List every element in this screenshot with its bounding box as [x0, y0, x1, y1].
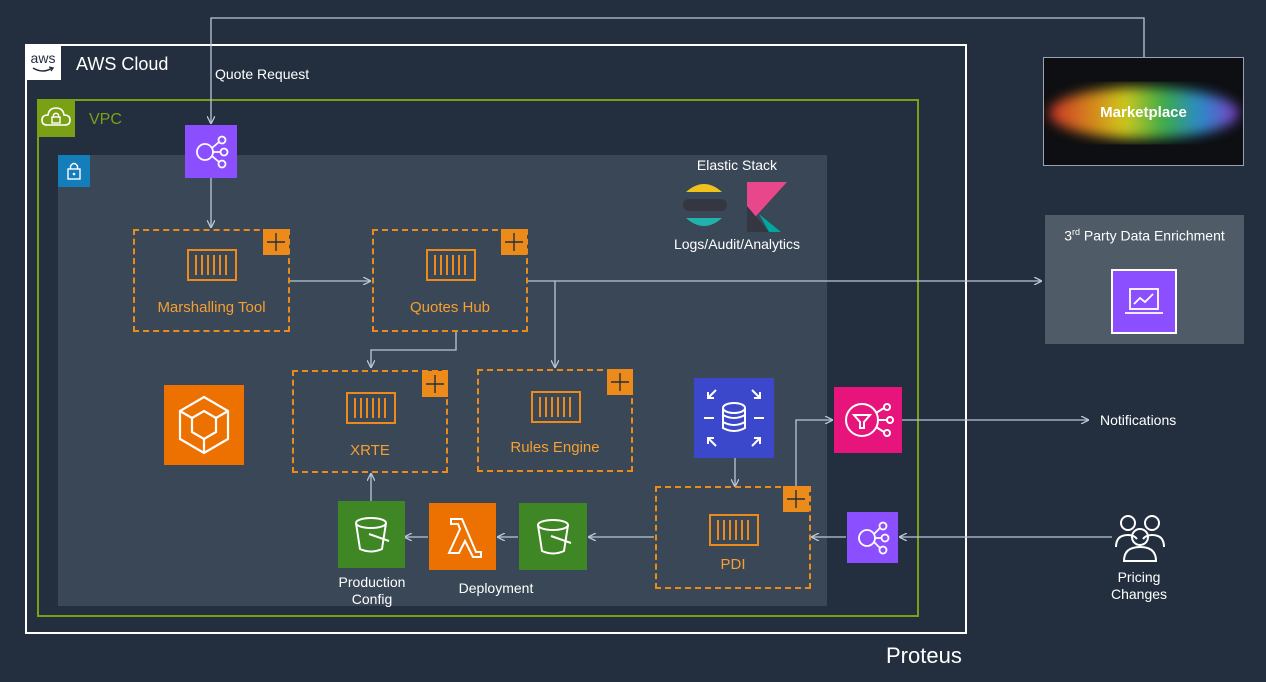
container-icon — [187, 249, 237, 281]
lambda-icon — [429, 503, 496, 570]
users-icon — [1115, 515, 1165, 562]
third-party-box: 3rd Party Data Enrichment — [1045, 215, 1244, 344]
elastic-stack-subtitle: Logs/Audit/Analytics — [673, 236, 801, 252]
container-icon — [531, 391, 581, 423]
analytics-icon — [1111, 269, 1177, 334]
quoteshub-to-xrte-line — [371, 332, 457, 367]
scale-badge-icon — [607, 369, 633, 395]
xrte-label: XRTE — [350, 442, 390, 459]
scale-badge-icon — [422, 371, 448, 397]
scale-badge-icon — [501, 229, 527, 255]
third-party-rest: Party Data Enrichment — [1080, 227, 1225, 244]
aws-smile-icon — [32, 66, 54, 72]
third-party-sup: rd — [1072, 227, 1081, 237]
sns-icon — [834, 387, 902, 453]
eventbridge-pricing-icon — [847, 512, 898, 563]
kibana-icon — [747, 182, 787, 232]
deployment-label: Deployment — [458, 580, 534, 596]
pdi-to-sns-line — [795, 420, 832, 487]
aws-logo-text: aws — [30, 50, 56, 66]
eventbridge-icon — [185, 125, 237, 178]
production-config-bucket-icon — [338, 501, 405, 568]
production-config-label-line2: Config — [351, 591, 393, 607]
rules-engine-label: Rules Engine — [510, 439, 600, 456]
marketplace-to-eventbridge-line — [211, 17, 1145, 123]
s3-bucket-icon — [519, 503, 587, 570]
marketplace-box: Marketplace — [1043, 57, 1244, 166]
scale-badge-icon — [783, 486, 809, 512]
notifications-label: Notifications — [1100, 412, 1177, 428]
pricing-changes-label-line2: Changes — [1110, 586, 1168, 602]
pdi-label: PDI — [720, 556, 746, 573]
aws-cloud-label: AWS Cloud — [76, 54, 169, 74]
project-name-label: Proteus — [886, 643, 962, 668]
container-icon — [709, 514, 759, 546]
container-icon — [346, 392, 396, 424]
third-party-prefix: 3 — [1064, 227, 1073, 244]
production-config-label-line1: Production — [338, 574, 406, 590]
aws-logo: aws — [25, 44, 61, 80]
elastic-stack-title: Elastic Stack — [696, 157, 778, 173]
container-icon — [426, 249, 476, 281]
ecs-icon — [164, 385, 244, 465]
vpc-label: VPC — [89, 111, 122, 128]
quotes-hub-label: Quotes Hub — [409, 299, 491, 316]
rds-icon — [694, 378, 774, 458]
pricing-changes-label-line1: Pricing — [1117, 569, 1161, 585]
private-subnet-lock-icon — [58, 155, 90, 187]
elasticsearch-icon — [683, 184, 727, 226]
vpc-cloud-icon — [37, 99, 75, 137]
third-party-label: 3rd Party Data Enrichment — [1045, 227, 1244, 244]
quote-request-label: Quote Request — [215, 66, 310, 82]
marketplace-label: Marketplace — [1100, 104, 1187, 121]
scale-badge-icon — [263, 229, 289, 255]
marshalling-tool-label: Marshalling Tool — [157, 299, 266, 316]
